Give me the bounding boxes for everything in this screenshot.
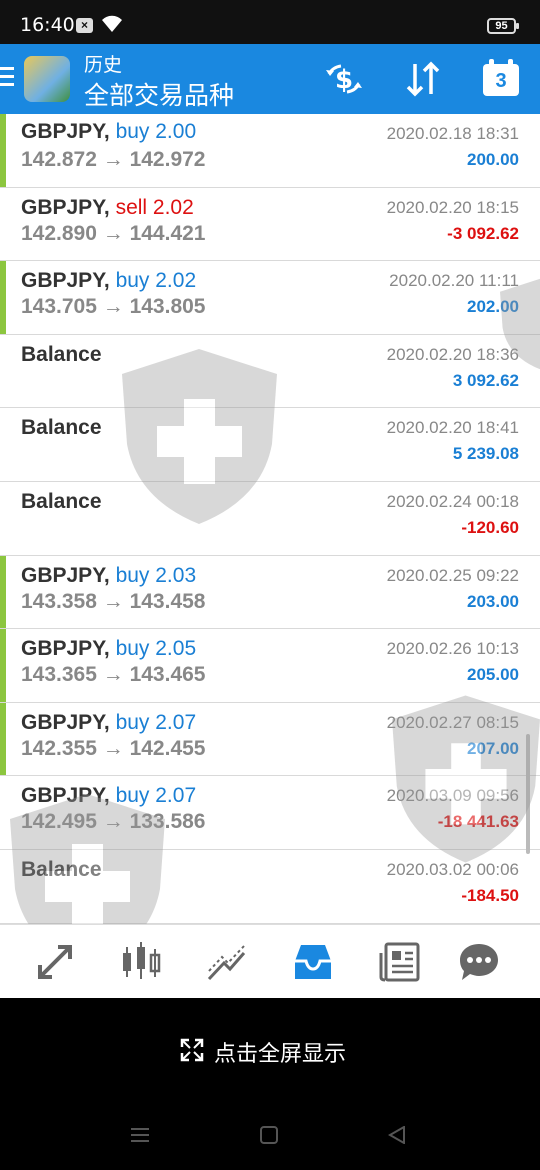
recents-icon[interactable] [130,1126,150,1144]
symbol-label: Balance [21,416,102,440]
row-profit: 3 092.62 [452,370,519,390]
row-symbol: Balance [21,416,102,440]
row-symbol: GBPJPY, buy 2.03 [21,564,196,588]
trade-action: buy 2.07 [115,784,197,808]
price-range: 143.705 → 143.805 [21,295,206,319]
row-symbol: GBPJPY, buy 2.07 [21,784,196,808]
row-symbol: GBPJPY, sell 2.02 [21,196,194,220]
row-profit: -3 092.62 [447,223,519,243]
price-range: 142.890 → 144.421 [21,221,206,245]
expand-icon [180,1038,204,1062]
row-symbol: Balance [21,343,102,367]
row-symbol: GBPJPY, buy 2.07 [21,711,196,735]
news-icon[interactable] [378,939,424,985]
chat-icon[interactable] [456,939,502,985]
row-profit: 207.00 [467,738,519,758]
trade-row[interactable]: GBPJPY, buy 2.07 142.495 → 133.586 2020.03… [0,776,540,850]
back-icon[interactable] [388,1126,406,1144]
trade-action: sell 2.02 [115,195,194,219]
symbol-label: GBPJPY, [21,784,110,808]
symbol-label: GBPJPY, [21,269,110,293]
row-date: 2020.02.18 18:31 [386,124,519,143]
row-date: 2020.02.20 18:41 [386,418,519,438]
row-date: 2020.03.02 00:06 [386,859,519,879]
symbol-label: Balance [21,342,102,366]
trade-row[interactable]: GBPJPY, sell 2.02 142.890 → 144.421 2020.0… [0,188,540,262]
trade-action: buy 2.05 [115,637,197,661]
trade-row[interactable]: GBPJPY, buy 2.07 142.355 → 142.455 2020.02… [0,702,540,777]
row-date: 2020.02.27 08:15 [386,712,519,732]
battery-icon: 95 [487,18,519,34]
calendar-day: 3 [495,70,507,92]
trade-action: buy 2.00 [115,120,197,143]
row-profit: -184.50 [461,885,519,905]
fullscreen-label: 点击全屏显示 [214,1041,347,1066]
row-date: 2020.03.09 09:56 [386,786,519,806]
row-symbol: GBPJPY, buy 2.05 [21,637,196,661]
balance-row[interactable]: Balance 2020.02.20 18:41 5 239.08 [0,408,540,482]
status-time: 16:40 [20,14,75,36]
chart-icon[interactable] [118,939,164,985]
price-range: 142.872 → 142.972 [21,148,206,171]
trade-row[interactable]: GBPJPY, buy 2.00 142.872 → 142.972 2020.02… [0,114,540,188]
row-date: 2020.02.20 18:15 [386,197,519,217]
app-bar: 历史 全部交易品种 $ 3 [0,44,540,114]
row-symbol: GBPJPY, buy 2.00 [21,120,196,144]
row-date: 2020.02.20 18:36 [386,344,519,364]
currency-exchange-icon[interactable]: $ [323,58,365,100]
trade-action: buy 2.03 [115,563,197,587]
page-title: 历史 [84,55,123,76]
trade-action: buy 2.02 [115,269,197,293]
balance-row[interactable]: Balance 2020.02.24 00:18 -120.60 [0,482,540,556]
price-range: 143.358 → 143.458 [21,589,206,613]
symbol-label: GBPJPY, [21,195,110,219]
trade-row[interactable]: GBPJPY, buy 2.05 143.365 → 143.465 2020.02… [0,629,540,703]
system-navigation [0,1098,540,1170]
notification-icon: × [76,18,93,33]
sort-icon[interactable] [402,58,444,100]
symbol-label: GBPJPY, [21,637,110,661]
row-profit: 205.00 [467,665,519,685]
home-icon[interactable] [260,1126,278,1144]
symbol-label: GBPJPY, [21,120,110,143]
price-range: 142.495 → 133.586 [21,810,206,834]
row-symbol: Balance [21,858,102,882]
row-date: 2020.02.26 10:13 [386,639,519,659]
row-profit: 200.00 [467,150,519,169]
row-symbol: Balance [21,490,102,514]
fullscreen-prompt[interactable]: 点击全屏显示 [0,998,540,1098]
balance-row[interactable]: Balance 2020.03.02 00:06 -184.50 [0,850,540,924]
status-bar: 16:40 × 95 [0,0,540,44]
row-profit: 202.00 [467,297,519,317]
symbol-label: GBPJPY, [21,563,110,587]
history-inbox-icon[interactable] [290,939,336,985]
bottom-navigation [0,924,540,998]
row-profit: -18 441.63 [437,812,519,832]
row-profit: -120.60 [461,517,519,537]
wifi-icon [102,15,122,33]
menu-icon[interactable] [0,67,14,89]
row-symbol: GBPJPY, buy 2.02 [21,269,196,293]
symbol-label: GBPJPY, [21,710,110,734]
row-date: 2020.02.25 09:22 [386,565,519,585]
row-date: 2020.02.20 11:11 [389,271,519,291]
symbol-filter[interactable]: 全部交易品种 [84,76,234,112]
row-date: 2020.02.24 00:18 [386,491,519,511]
trade-icon[interactable] [204,939,250,985]
trade-row[interactable]: GBPJPY, buy 2.02 143.705 → 143.805 2020.02… [0,261,540,335]
price-range: 143.365 → 143.465 [21,663,206,687]
row-profit: 203.00 [467,591,519,611]
app-logo[interactable] [24,56,70,102]
symbol-label: Balance [21,489,102,513]
history-list[interactable]: GBPJPY, buy 2.00 142.872 → 142.972 2020.02… [0,114,540,924]
scrollbar[interactable] [526,734,530,854]
symbol-label: Balance [21,857,102,881]
trade-row[interactable]: GBPJPY, buy 2.03 143.358 → 143.458 2020.02… [0,555,540,630]
price-range: 142.355 → 142.455 [21,736,206,760]
trade-action: buy 2.07 [115,710,197,734]
row-profit: 5 239.08 [452,444,519,464]
balance-row[interactable]: Balance 2020.02.20 18:36 3 092.62 [0,335,540,409]
quotes-icon[interactable] [32,939,78,985]
